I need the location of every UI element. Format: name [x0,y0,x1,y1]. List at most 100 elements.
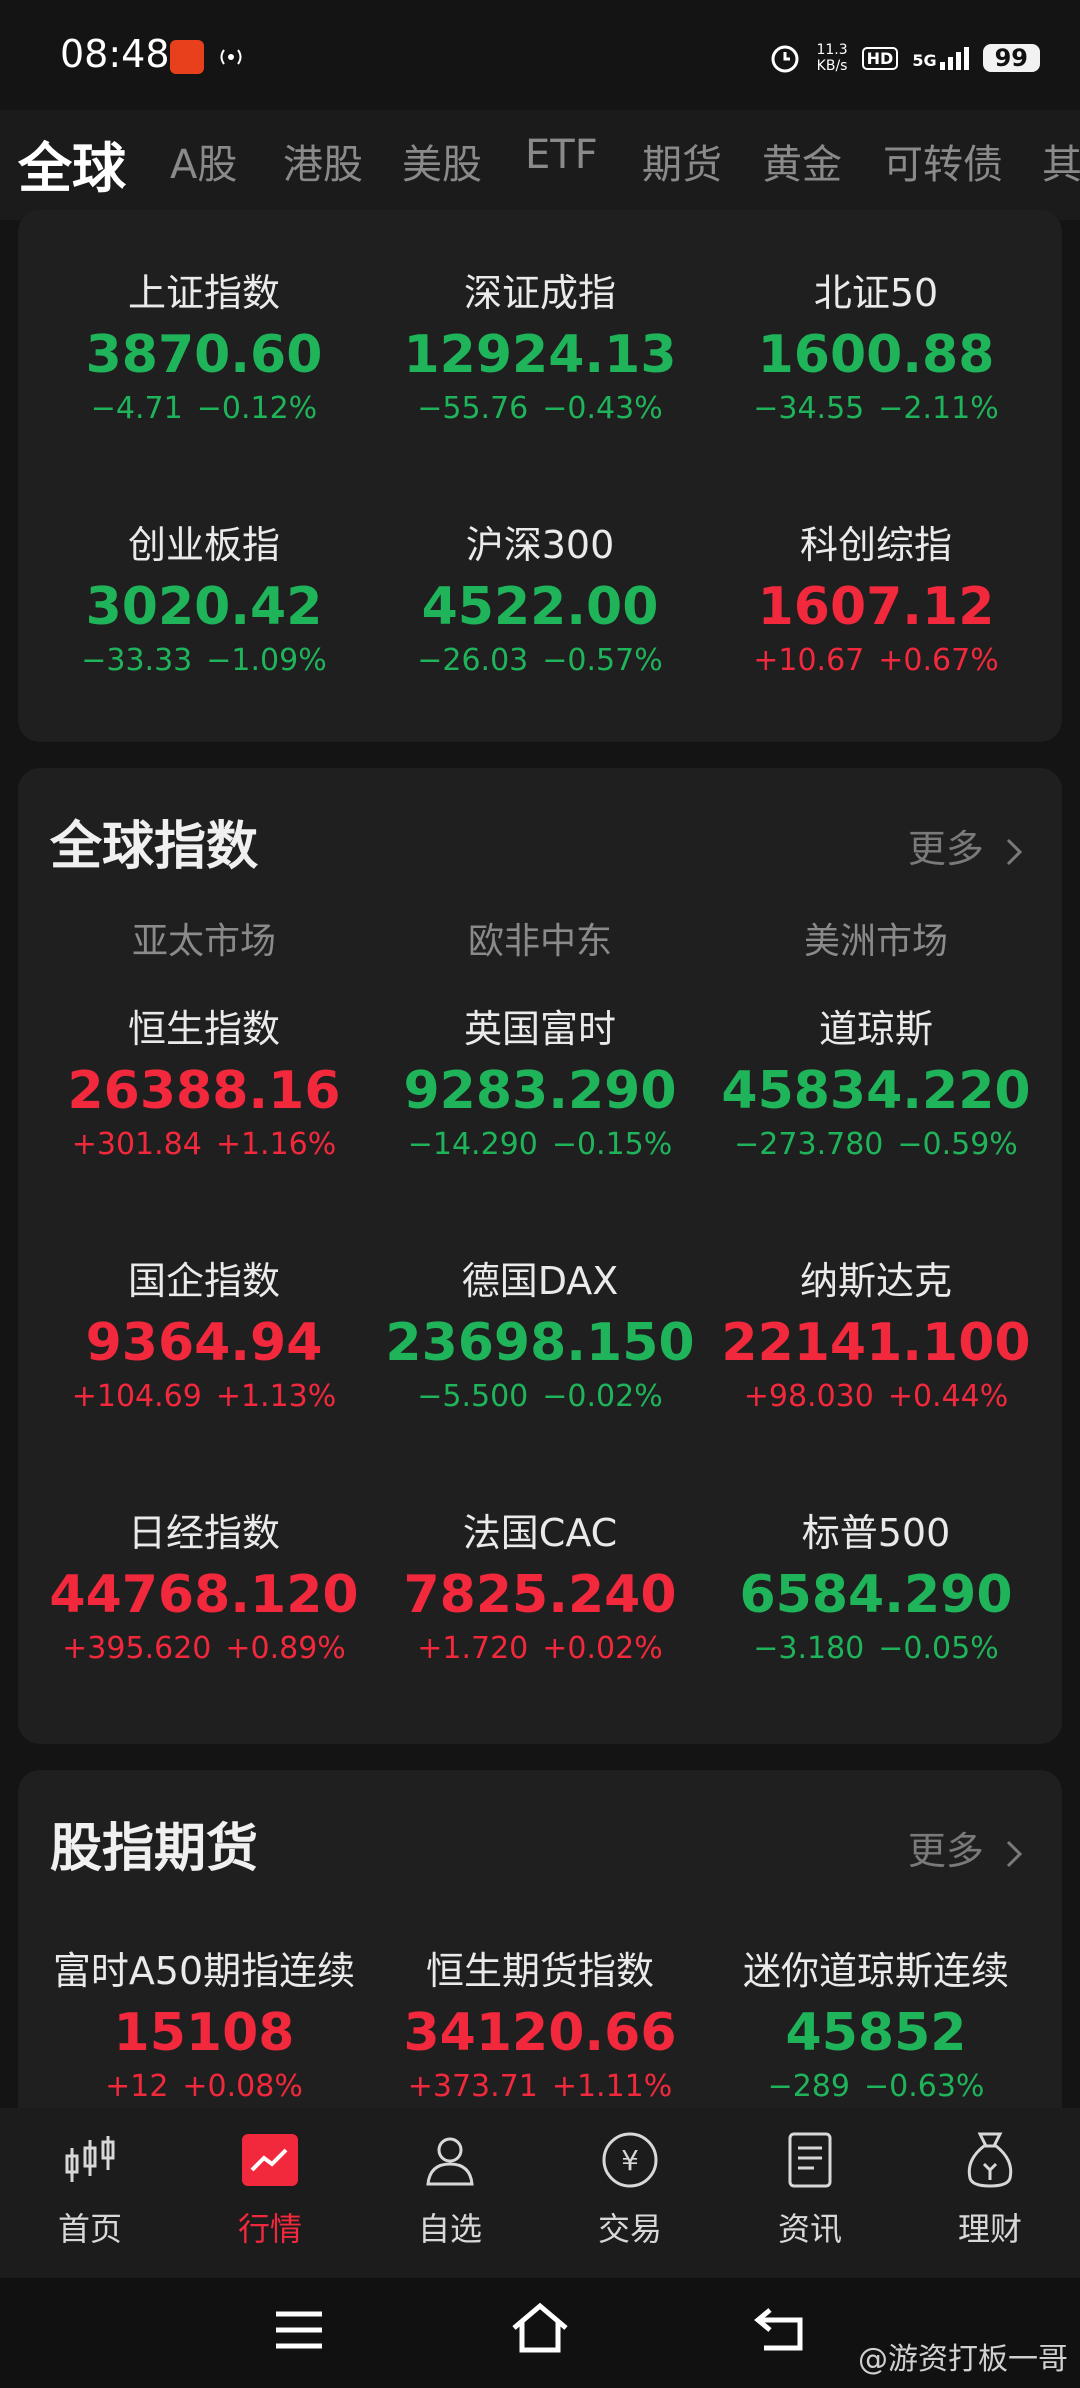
change-amount: −4.71 [90,391,183,426]
region-americas: 美洲市场 [803,921,948,962]
index-quote-cell[interactable]: 纳斯达克 22141.100 +98.030 +0.44% [706,1250,1046,1414]
index-value: 26388.16 [67,1061,341,1121]
index-name: 道琼斯 [818,1007,933,1051]
index-value: 34120.66 [403,2003,677,2063]
nav-watchlist-label: 自选 [417,2210,482,2248]
tab-global[interactable]: 全球 [18,124,126,203]
index-change: +373.71 +1.11% [370,2069,710,2104]
index-change: +395.620 +0.89% [34,1631,374,1666]
index-name: 科创综指 [799,523,952,567]
index-name: 国企指数 [127,1259,280,1303]
change-percent: −0.57% [542,643,663,678]
index-value: 1607.12 [757,577,995,637]
index-value: 45834.220 [721,1061,1031,1121]
index-change: +98.030 +0.44% [706,1379,1046,1414]
change-amount: +10.67 [753,643,865,678]
tab-convertible-bonds[interactable]: 可转债 [883,132,1003,190]
index-quote-cell[interactable]: 标普500 6584.290 −3.180 −0.05% [706,1502,1046,1666]
change-amount: +301.84 [71,1127,202,1162]
change-percent: +0.44% [887,1379,1009,1414]
change-amount: −273.780 [734,1127,884,1162]
change-amount: +1.720 [417,1631,529,1666]
nav-trade[interactable]: ¥ 交易 [570,2130,690,2250]
menu-icon[interactable] [274,2308,324,2352]
index-value: 44768.120 [49,1565,359,1625]
status-time: 08:48 [60,32,170,76]
tab-other[interactable]: 其 [1042,132,1080,190]
index-quote-cell[interactable]: 科创综指 1607.12 +10.67 +0.67% [706,514,1046,678]
index-value: 9283.290 [403,1061,677,1121]
change-percent: −2.11% [878,391,999,426]
index-name: 恒生期货指数 [425,1949,654,1993]
tab-a-shares[interactable]: A股 [170,132,237,190]
signal-icon: 5G [912,46,969,70]
change-percent: −0.05% [878,1631,999,1666]
index-quote-cell[interactable]: 德国DAX 23698.150 −5.500 −0.02% [370,1250,710,1414]
change-percent: +1.11% [551,2069,673,2104]
index-quote-cell[interactable]: 恒生指数 26388.16 +301.84 +1.16% [34,998,374,1162]
change-amount: −34.55 [753,391,865,426]
tab-futures[interactable]: 期货 [642,132,722,190]
nav-watchlist[interactable]: 自选 [390,2130,510,2250]
index-quote-cell[interactable]: 沪深300 4522.00 −26.03 −0.57% [370,514,710,678]
global-indices-title: 全球指数 [50,817,259,877]
nav-market[interactable]: 行情 [210,2130,330,2250]
index-quote-cell[interactable]: 富时A50期指连续 15108 +12 +0.08% [34,1940,374,2104]
index-name: 纳斯达克 [799,1259,952,1303]
futures-more-link[interactable]: 更多 [908,1820,1026,1875]
nav-news-label: 资讯 [777,2210,842,2248]
index-name: 恒生指数 [127,1007,280,1051]
tab-etf[interactable]: ETF [525,132,598,178]
change-percent: −0.02% [542,1379,663,1414]
index-change: +1.720 +0.02% [370,1631,710,1666]
index-value: 15108 [113,2003,295,2063]
index-quote-cell[interactable]: 迷你道琼斯连续 45852 −289 −0.63% [706,1940,1046,2104]
tab-hk-stocks[interactable]: 港股 [283,132,363,190]
nav-wealth[interactable]: 理财 [930,2130,1050,2250]
cn-indices-card: 上证指数 3870.60 −4.71 −0.12% 深证成指 12924.13 −55.76… [18,210,1062,742]
svg-text:¥: ¥ [621,2144,639,2177]
market-tabs: 全球 A股 港股 美股 ETF 期货 黄金 可转债 其 [0,110,1080,220]
home-icon[interactable] [510,2302,570,2356]
nav-market-label: 行情 [237,2210,302,2248]
index-quote-cell[interactable]: 上证指数 3870.60 −4.71 −0.12% [34,262,374,426]
index-name: 富时A50期指连续 [52,1949,356,1993]
index-quote-cell[interactable]: 英国富时 9283.290 −14.290 −0.15% [370,998,710,1162]
index-quote-cell[interactable]: 道琼斯 45834.220 −273.780 −0.59% [706,998,1046,1162]
index-name: 德国DAX [461,1259,619,1303]
nav-wealth-label: 理财 [957,2210,1022,2248]
change-percent: −0.63% [863,2069,985,2104]
change-percent: +0.08% [182,2069,303,2104]
global-more-link[interactable]: 更多 [908,818,1026,873]
back-icon[interactable] [752,2306,808,2354]
news-document-icon [788,2132,832,2188]
money-bag-icon [967,2132,1013,2188]
index-quote-cell[interactable]: 北证50 1600.88 −34.55 −2.11% [706,262,1046,426]
tab-gold[interactable]: 黄金 [762,132,842,190]
change-amount: −289 [767,2069,850,2104]
tab-us-stocks[interactable]: 美股 [402,132,482,190]
index-quote-cell[interactable]: 法国CAC 7825.240 +1.720 +0.02% [370,1502,710,1666]
change-amount: +373.71 [407,2069,538,2104]
change-amount: +104.69 [71,1379,202,1414]
index-value: 7825.240 [403,1565,677,1625]
index-name: 日经指数 [127,1511,280,1555]
index-quote-cell[interactable]: 日经指数 44768.120 +395.620 +0.89% [34,1502,374,1666]
index-name: 法国CAC [462,1511,618,1555]
index-quote-cell[interactable]: 恒生期货指数 34120.66 +373.71 +1.11% [370,1940,710,2104]
nav-home-label: 首页 [57,2210,122,2248]
index-value: 22141.100 [721,1313,1031,1373]
index-quote-cell[interactable]: 深证成指 12924.13 −55.76 −0.43% [370,262,710,426]
index-name: 迷你道琼斯连续 [742,1949,1009,1993]
bottom-nav: 首页 行情 自选 ¥ 交易 资讯 理财 [0,2108,1080,2278]
nav-home[interactable]: 首页 [30,2130,150,2250]
index-quote-cell[interactable]: 创业板指 3020.42 −33.33 −1.09% [34,514,374,678]
change-amount: +98.030 [743,1379,874,1414]
hd-badge: HD [861,46,899,70]
index-change: −3.180 −0.05% [706,1631,1046,1666]
chevron-right-icon [1006,1840,1023,1867]
battery-indicator: 99 [982,44,1040,72]
index-quote-cell[interactable]: 国企指数 9364.94 +104.69 +1.13% [34,1250,374,1414]
nav-news[interactable]: 资讯 [750,2130,870,2250]
index-value: 6584.290 [739,1565,1013,1625]
